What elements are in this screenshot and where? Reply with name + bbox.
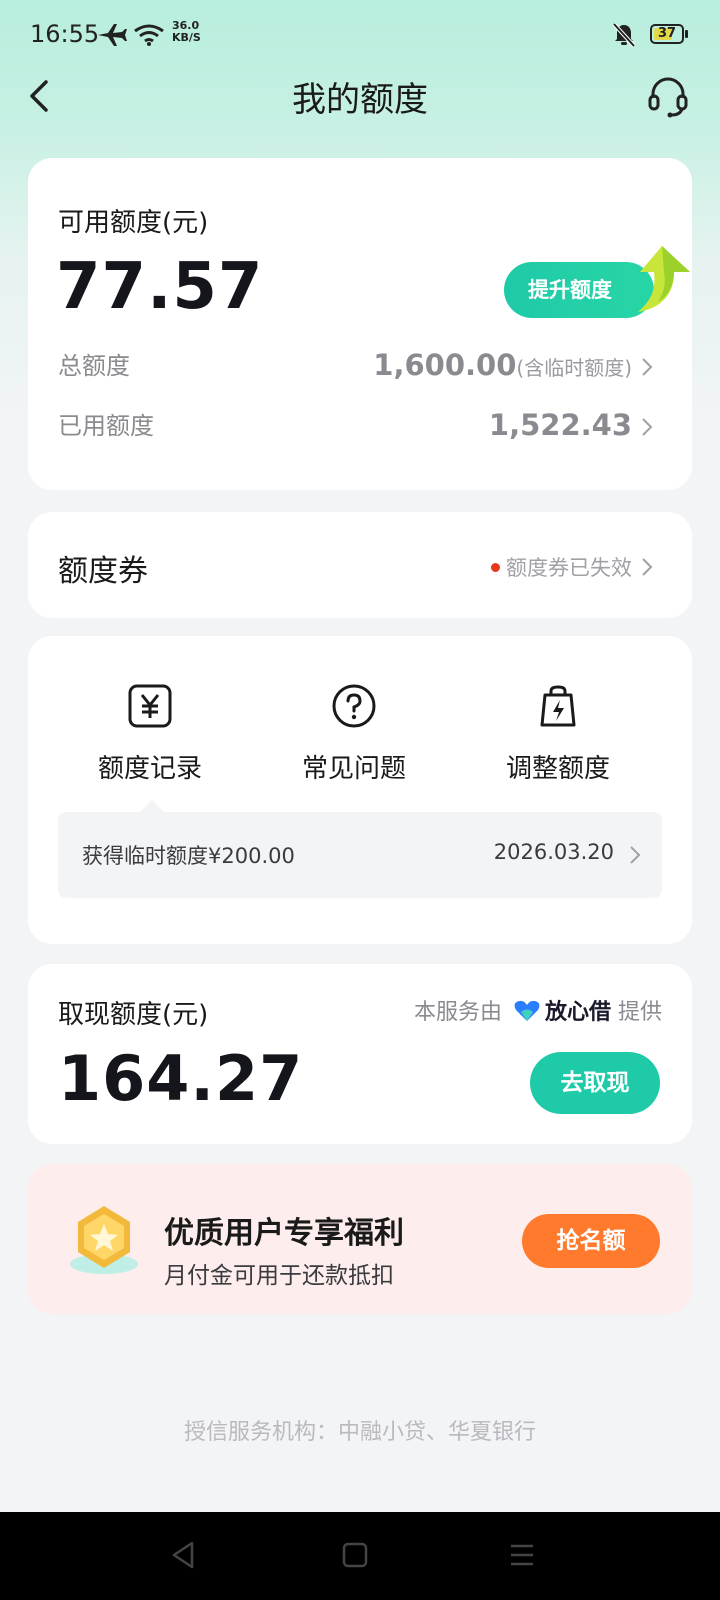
battery-level: 37	[657, 26, 677, 41]
status-bar: 16:55 36.0 KB/S 37	[0, 0, 720, 70]
battery-cap	[685, 30, 688, 38]
menu-item-quota-record[interactable]: 额度记录	[50, 682, 250, 785]
quota-menu-card: 额度记录 常见问题 调整额度 获得临时额度¥200.00 2026.03.20	[28, 636, 692, 944]
cash-quota-amount: 164.27	[58, 1042, 304, 1115]
total-quota-label: 总额度	[58, 352, 130, 380]
used-quota-value[interactable]: 1,522.43	[489, 408, 632, 442]
available-quota-amount: 77.57	[56, 250, 264, 324]
withdraw-cash-button[interactable]: 去取现	[530, 1052, 660, 1114]
menu-item-adjust-quota[interactable]: 调整额度	[458, 682, 658, 785]
wifi-icon	[134, 24, 164, 46]
quota-coupon-card[interactable]: 额度券 额度券已失效	[28, 512, 692, 618]
coupon-title: 额度券	[58, 554, 148, 589]
notice-pointer	[140, 800, 164, 812]
battery-icon: 37	[650, 24, 684, 44]
customer-service-icon[interactable]	[646, 74, 690, 118]
question-icon	[332, 684, 376, 728]
page-title: 我的额度	[292, 80, 428, 120]
bag-bolt-icon	[540, 685, 576, 727]
available-quota-card: 可用额度(元) 77.57 提升额度 总额度 1,600.00(含临时额度) 已…	[28, 158, 692, 490]
network-speed: 36.0 KB/S	[172, 20, 201, 44]
available-quota-label: 可用额度(元)	[58, 208, 209, 238]
nav-back-icon[interactable]	[170, 1540, 198, 1570]
total-quota-note: (含临时额度)	[516, 356, 632, 380]
total-quota-value: 1,600.00	[373, 348, 517, 382]
brand-logo-icon	[514, 1000, 540, 1021]
system-nav-bar	[0, 1512, 720, 1600]
status-time: 16:55	[30, 20, 100, 48]
nav-menu-icon[interactable]	[508, 1540, 536, 1570]
grab-spot-button[interactable]: 抢名额	[522, 1214, 660, 1268]
status-dot	[491, 562, 500, 572]
coupon-status: 额度券已失效	[491, 552, 632, 582]
benefit-subtitle: 月付金可用于还款抵扣	[164, 1263, 394, 1289]
yuan-icon	[128, 684, 172, 728]
speed-unit: KB/S	[172, 31, 201, 44]
coin-icon	[70, 1206, 138, 1274]
nav-bar: 我的额度	[0, 70, 720, 120]
chevron-right-icon	[642, 558, 653, 576]
airplane-icon	[98, 24, 127, 46]
menu-label: 调整额度	[505, 754, 610, 784]
provider-suffix: 提供	[617, 1000, 662, 1025]
chevron-right-icon	[642, 418, 653, 436]
coupon-status-text: 额度券已失效	[506, 556, 632, 580]
benefit-banner[interactable]: 优质用户专享福利 月付金可用于还款抵扣 抢名额	[28, 1164, 692, 1314]
up-arrow-icon	[638, 246, 690, 312]
temporary-quota-notice[interactable]: 获得临时额度¥200.00 2026.03.20	[58, 800, 662, 898]
provider-prefix: 本服务由	[413, 1000, 502, 1025]
back-icon[interactable]	[24, 76, 60, 116]
cash-quota-label: 取现额度(元)	[58, 1000, 209, 1030]
service-provider: 本服务由 放心借 提供	[414, 994, 662, 1026]
benefit-title: 优质用户专享福利	[164, 1216, 404, 1251]
provider-brand: 放心借	[544, 1000, 611, 1025]
credit-institution-text: 授信服务机构：中融小贷、华夏银行	[183, 1420, 536, 1445]
menu-label: 额度记录	[97, 754, 202, 784]
chevron-right-icon	[642, 358, 653, 376]
chevron-right-icon	[630, 846, 641, 864]
cash-withdrawal-card: 取现额度(元) 本服务由 放心借 提供 164.27 去取现	[28, 964, 692, 1144]
notice-text: 获得临时额度¥200.00	[82, 844, 295, 868]
notice-date: 2026.03.20	[493, 840, 614, 864]
nav-home-icon[interactable]	[342, 1540, 368, 1570]
used-quota-label: 已用额度	[58, 412, 154, 440]
total-quota-row[interactable]: 1,600.00(含临时额度)	[373, 348, 632, 382]
mute-icon	[612, 22, 636, 48]
menu-item-faq[interactable]: 常见问题	[254, 682, 454, 785]
menu-label: 常见问题	[301, 754, 406, 784]
